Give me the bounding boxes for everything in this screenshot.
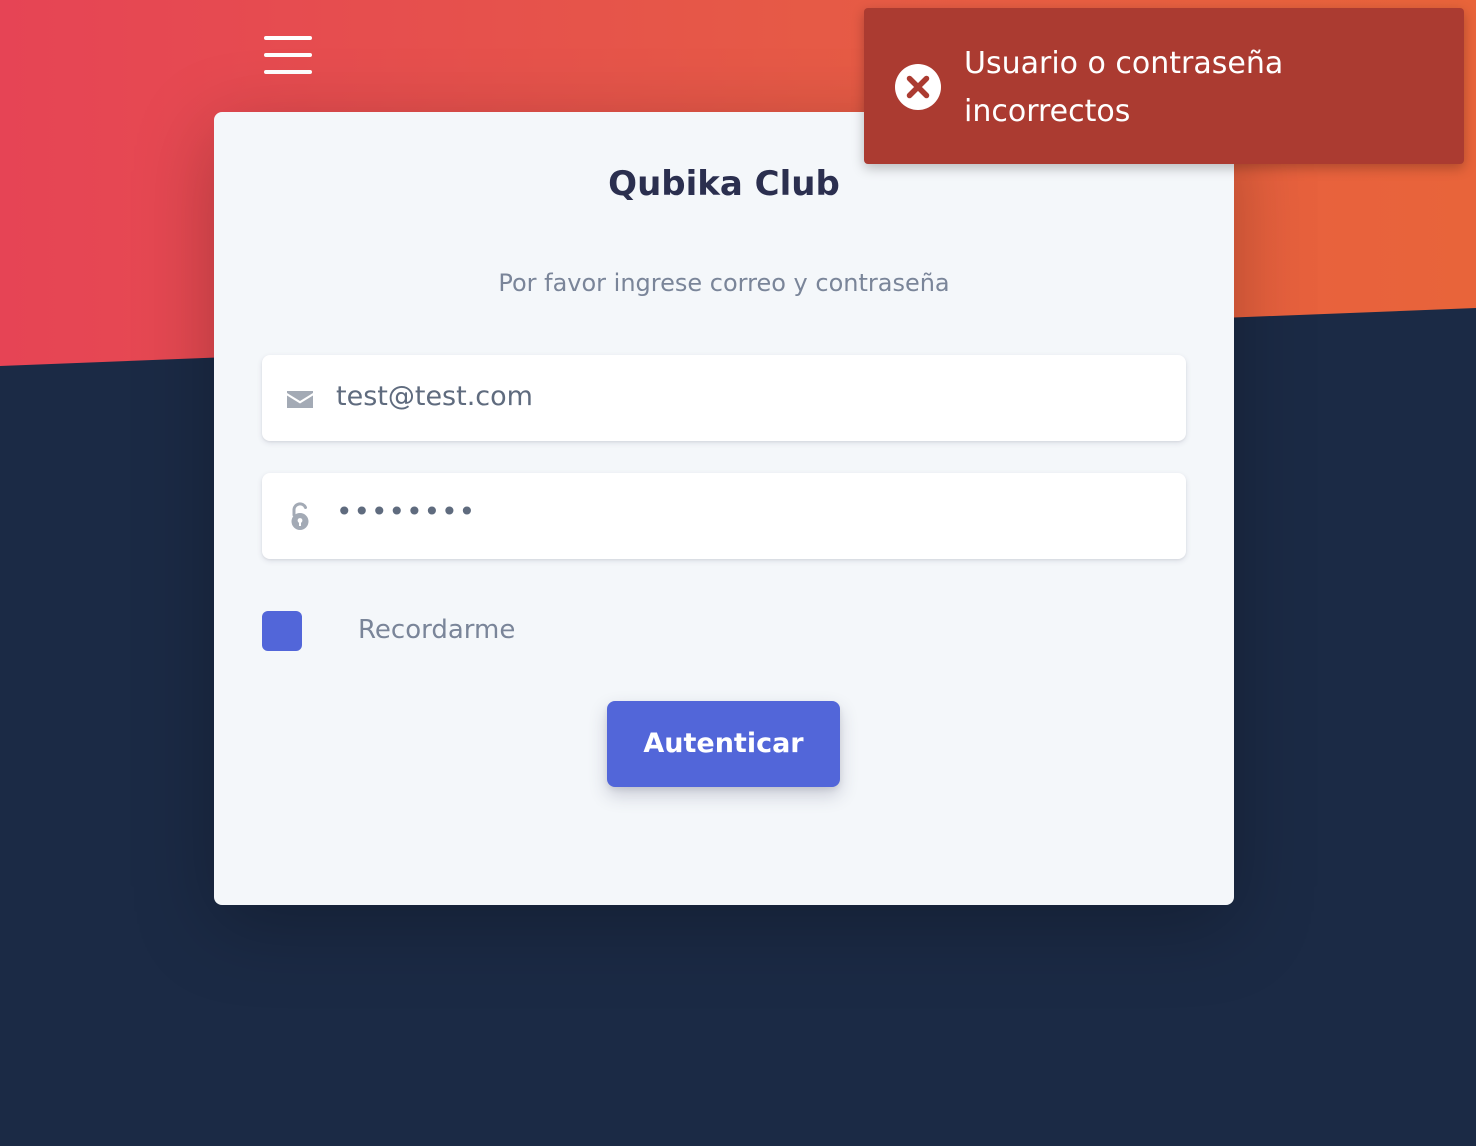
password-value: •••••••• (336, 495, 477, 528)
login-card: Qubika Club Por favor ingrese correo y c… (214, 112, 1234, 905)
error-toast-message: Usuario o contraseña incorrectos (964, 46, 1284, 129)
envelope-icon (285, 384, 315, 414)
remember-me-checkbox[interactable] (262, 611, 302, 651)
login-subtitle: Por favor ingrese correo y contraseña (498, 269, 950, 297)
email-field[interactable]: test@test.com (262, 355, 1186, 441)
email-value: test@test.com (336, 381, 533, 412)
unlock-icon (285, 502, 315, 532)
hamburger-menu-button[interactable] (262, 34, 314, 78)
error-circle-icon (894, 63, 942, 111)
login-title: Qubika Club (608, 164, 840, 204)
remember-me-label[interactable]: Recordarme (358, 615, 515, 645)
authenticate-button[interactable]: Autenticar (607, 701, 840, 787)
password-field[interactable]: •••••••• (262, 473, 1186, 559)
error-toast[interactable]: Usuario o contraseña incorrectos (864, 8, 1464, 164)
